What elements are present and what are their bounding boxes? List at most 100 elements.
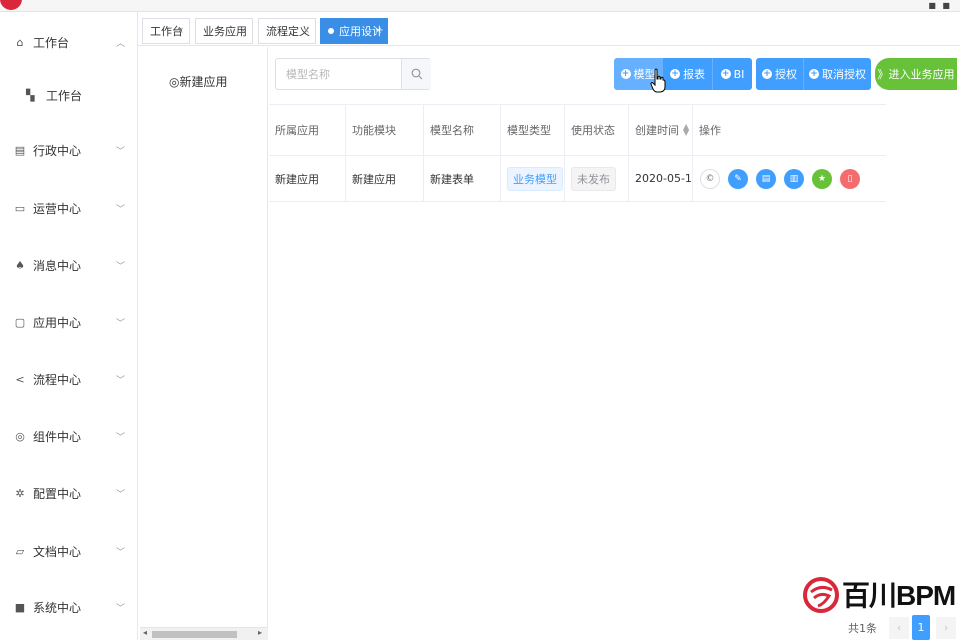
column-header-label: 创建时间 xyxy=(635,124,679,137)
plus-icon: + xyxy=(720,69,731,79)
tab-workbench[interactable]: 工作台 × xyxy=(142,18,190,44)
sidebar-item-messages[interactable]: ♠ 消息中心 ﹀ xyxy=(0,250,138,280)
chevron-down-icon: ﹀ xyxy=(116,261,126,272)
enter-business-app-button[interactable]: 》进入业务应用 xyxy=(875,58,957,90)
permission-button-group: + 授权 + 取消授权 xyxy=(756,58,871,90)
cell-model-name: 新建表单 xyxy=(424,156,501,201)
status-badge: 未发布 xyxy=(571,166,616,191)
folder-icon: ▱ xyxy=(15,544,25,558)
scrollbar-thumb[interactable] xyxy=(152,631,237,638)
create-button-group: + 模型 + 报表 + BI xyxy=(614,58,752,90)
chip-icon: ▢ xyxy=(14,315,26,329)
cell-model-type: 业务模型 xyxy=(501,156,565,201)
scroll-right-icon[interactable]: ▸ xyxy=(258,628,262,637)
sidebar-item-label: 消息中心 xyxy=(33,258,82,273)
tab-business-apps[interactable]: 业务应用 × xyxy=(195,18,253,44)
logo-text: 百川BPM xyxy=(842,580,956,611)
sidebar: ⌂ 工作台 ︿ ▚ 工作台 ▤ 行政中心 ﹀ ▭ 运营中心 ﹀ ♠ 消息中心 ﹀… xyxy=(0,12,138,640)
sidebar-item-label: 运营中心 xyxy=(33,201,82,216)
sidebar-item-operations[interactable]: ▭ 运营中心 ﹀ xyxy=(0,193,138,223)
sidebar-item-process[interactable]: < 流程中心 ﹀ xyxy=(0,364,138,394)
sidebar-item-label: 配置中心 xyxy=(33,486,82,501)
publish-button[interactable]: ★ xyxy=(812,168,832,189)
model-type-tag: 业务模型 xyxy=(507,166,563,191)
page-number-button[interactable]: 1 xyxy=(912,615,930,640)
cell-created: 2020-05-1... xyxy=(629,156,693,201)
chevron-down-icon: ﹀ xyxy=(116,432,126,443)
cell-status: 未发布 xyxy=(565,156,629,201)
button-label: 报表 xyxy=(683,68,705,81)
plus-icon: + xyxy=(809,69,819,79)
column-header[interactable]: 模型名称 xyxy=(424,105,501,155)
grant-button[interactable]: + 授权 xyxy=(756,58,804,90)
column-header[interactable]: 功能模块 xyxy=(346,105,424,155)
monitor-icon: ▭ xyxy=(14,201,26,215)
next-page-button[interactable]: › xyxy=(936,617,956,639)
sidebar-subitem-workbench[interactable]: ▚ 工作台 xyxy=(0,80,138,110)
active-dot-icon xyxy=(328,28,334,34)
sidebar-item-docs[interactable]: ▱ 文档中心 ﹀ xyxy=(0,536,138,566)
app-logo-icon xyxy=(0,0,22,10)
close-icon[interactable]: × xyxy=(176,26,184,36)
cell-module: 新建应用 xyxy=(346,156,424,201)
model-table: 所属应用 功能模块 模型名称 模型类型 使用状态 创建时间 ▲ ▼ 操作 新建应用… xyxy=(269,104,886,202)
chevron-down-icon: ﹀ xyxy=(116,204,126,215)
logo-mark-icon xyxy=(803,577,839,613)
new-app-node[interactable]: ◎新建应用 xyxy=(169,73,227,90)
delete-button[interactable]: ▯ xyxy=(840,168,860,189)
share-icon: < xyxy=(15,372,25,386)
chevron-down-icon: ﹀ xyxy=(116,146,126,157)
home-icon: ⌂ xyxy=(16,35,24,49)
column-header-created[interactable]: 创建时间 ▲ ▼ xyxy=(629,105,693,155)
form-design-button[interactable]: ▤ xyxy=(756,168,776,189)
add-report-button[interactable]: + 报表 xyxy=(663,58,713,90)
search-button[interactable] xyxy=(401,59,431,89)
sidebar-item-apps[interactable]: ▢ 应用中心 ﹀ xyxy=(0,307,138,337)
revoke-grant-button[interactable]: + 取消授权 xyxy=(804,58,871,90)
total-count: 共1条 xyxy=(848,622,877,635)
horizontal-scrollbar[interactable]: ◂ ▸ xyxy=(140,627,268,640)
close-icon[interactable]: × xyxy=(239,26,247,36)
edit-button[interactable]: ✎ xyxy=(728,168,748,189)
add-bi-button[interactable]: + BI xyxy=(713,58,752,90)
close-icon[interactable]: × xyxy=(302,26,310,36)
sidebar-item-config[interactable]: ✲ 配置中心 ﹀ xyxy=(0,478,138,508)
table-header: 所属应用 功能模块 模型名称 模型类型 使用状态 创建时间 ▲ ▼ 操作 xyxy=(269,105,886,156)
cell-app: 新建应用 xyxy=(269,156,346,201)
sidebar-item-system[interactable]: ■ 系统中心 ﹀ xyxy=(0,592,138,622)
cell-actions: © ✎ ▤ ▥ ★ ▯ xyxy=(693,156,886,201)
component-icon: ◎ xyxy=(15,429,25,443)
sidebar-item-label: 行政中心 xyxy=(33,143,82,158)
tab-app-design[interactable]: 应用设计 × xyxy=(320,18,388,44)
sort-icon[interactable]: ▲ ▼ xyxy=(683,123,689,137)
sidebar-item-workbench[interactable]: ⌂ 工作台 ︿ xyxy=(0,27,138,57)
plus-icon: + xyxy=(762,69,772,79)
column-header[interactable]: 使用状态 xyxy=(565,105,629,155)
plus-icon: + xyxy=(670,69,680,79)
hand-cursor-icon xyxy=(650,68,666,93)
tab-bar: 工作台 × 业务应用 × 流程定义 × 应用设计 × xyxy=(138,12,960,46)
column-header[interactable]: 所属应用 xyxy=(269,105,346,155)
scroll-left-icon[interactable]: ◂ xyxy=(143,628,147,637)
model-search xyxy=(275,58,431,90)
sidebar-item-label: 系统中心 xyxy=(33,600,82,615)
more-icon[interactable]: ■ ■ xyxy=(928,1,952,10)
sidebar-item-label: 组件中心 xyxy=(33,429,82,444)
grid-icon: ▚ xyxy=(26,88,35,102)
plus-icon: + xyxy=(620,69,631,79)
close-icon[interactable]: × xyxy=(374,26,382,36)
app-tree-panel: ◎新建应用 xyxy=(139,47,268,627)
chevron-down-icon: ﹀ xyxy=(116,375,126,386)
sidebar-item-admin[interactable]: ▤ 行政中心 ﹀ xyxy=(0,135,138,165)
sidebar-item-components[interactable]: ◎ 组件中心 ﹀ xyxy=(0,421,138,451)
button-label: 授权 xyxy=(775,68,797,81)
copy-button[interactable]: © xyxy=(700,168,720,189)
search-input[interactable] xyxy=(276,59,401,89)
sidebar-item-label: 应用中心 xyxy=(33,315,82,330)
document-button[interactable]: ▥ xyxy=(784,168,804,189)
tab-process-definition[interactable]: 流程定义 × xyxy=(258,18,316,44)
prev-page-button[interactable]: ‹ xyxy=(889,617,909,639)
system-icon: ■ xyxy=(14,600,26,614)
column-header: 操作 xyxy=(699,124,721,137)
column-header[interactable]: 模型类型 xyxy=(501,105,565,155)
